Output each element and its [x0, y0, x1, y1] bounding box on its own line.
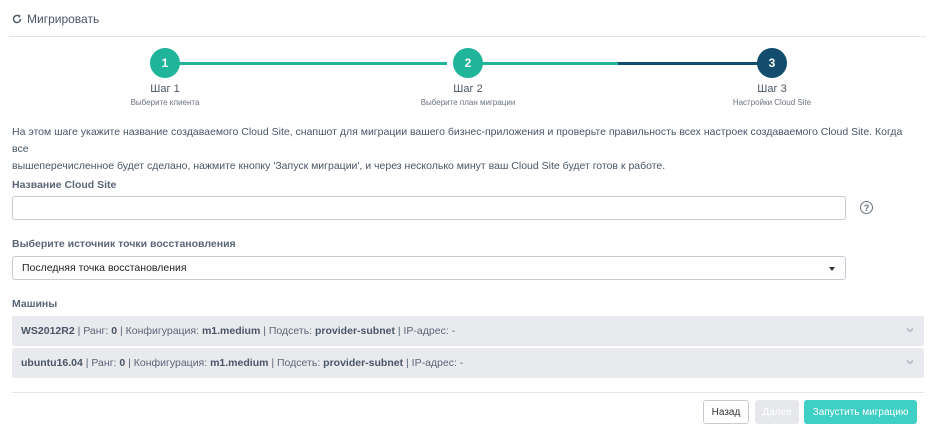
cloud-site-name-input[interactable]	[12, 196, 846, 220]
back-button[interactable]: Назад	[703, 400, 749, 424]
intro-line-1: На этом шаге укажите название создаваемо…	[12, 126, 903, 155]
ip-label: | IP-адрес: -	[403, 357, 464, 369]
step-connector-2-3b	[618, 62, 758, 65]
step-3-number: 3	[768, 56, 776, 70]
config-label: | Конфигурация:	[117, 325, 202, 337]
restore-source-select[interactable]: Последняя точка восстановления	[12, 256, 846, 280]
step-1-title: Шаг 1	[150, 83, 180, 95]
config-label: | Конфигурация:	[125, 357, 211, 369]
machine-subnet: provider-subnet	[315, 325, 395, 337]
step-3-title: Шаг 3	[757, 83, 787, 95]
machine-row[interactable]: ubuntu16.04 | Ранг: 0 | Конфигурация: m1…	[12, 348, 924, 378]
machine-row[interactable]: WS2012R2 | Ранг: 0 | Конфигурация: m1.me…	[12, 316, 924, 346]
machine-subnet: provider-subnet	[323, 357, 404, 369]
ip-label: | IP-адрес: -	[394, 325, 456, 337]
footer-divider	[12, 392, 924, 393]
step-2-title: Шаг 2	[453, 83, 483, 95]
step-connector-1-2	[178, 62, 447, 65]
step-connector-2-3a	[476, 62, 618, 65]
machine-name: WS2012R2	[21, 325, 75, 337]
machine-summary: ubuntu16.04 | Ранг: 0 | Конфигурация: m1…	[21, 357, 463, 369]
step-2-number: 2	[464, 56, 472, 70]
step-1-circle[interactable]: 1	[150, 48, 180, 78]
rank-label: | Ранг:	[82, 357, 120, 369]
step-3-subtitle: Настройки Cloud Site	[732, 98, 812, 107]
subnet-label: | Подсеть:	[260, 325, 316, 337]
wizard-stepper: 1 2 3 Шаг 1 Выберите клиента Шаг 2 Выбер…	[0, 0, 934, 115]
intro-text: На этом шаге укажите название создаваемо…	[12, 124, 917, 175]
subnet-label: | Подсеть:	[268, 357, 324, 369]
machine-config: m1.medium	[210, 357, 269, 369]
machine-summary: WS2012R2 | Ранг: 0 | Конфигурация: m1.me…	[21, 325, 455, 337]
restore-source-label: Выберите источник точки восстановления	[12, 238, 236, 250]
cloud-site-name-label: Название Cloud Site	[12, 179, 117, 191]
help-icon[interactable]: ?	[860, 201, 873, 214]
restore-source-value: Последняя точка восстановления	[22, 262, 187, 274]
next-button[interactable]: Далее	[755, 400, 799, 424]
intro-line-2: вышеперечисленное будет сделано, нажмите…	[12, 160, 666, 172]
step-1-subtitle: Выберите клиента	[130, 98, 200, 107]
chevron-down-icon[interactable]	[906, 358, 914, 366]
machines-label: Машины	[12, 298, 58, 310]
machine-name: ubuntu16.04	[21, 357, 83, 369]
step-1-number: 1	[161, 56, 169, 70]
step-3-circle[interactable]: 3	[757, 48, 787, 78]
rank-label: | Ранг:	[74, 325, 112, 337]
chevron-down-icon[interactable]	[906, 326, 914, 334]
start-migration-button[interactable]: Запустить миграцию	[804, 400, 917, 424]
step-2-subtitle: Выберите план миграции	[420, 98, 516, 107]
machine-config: m1.medium	[201, 325, 261, 337]
caret-down-icon	[829, 267, 835, 271]
step-2-circle[interactable]: 2	[453, 48, 483, 78]
